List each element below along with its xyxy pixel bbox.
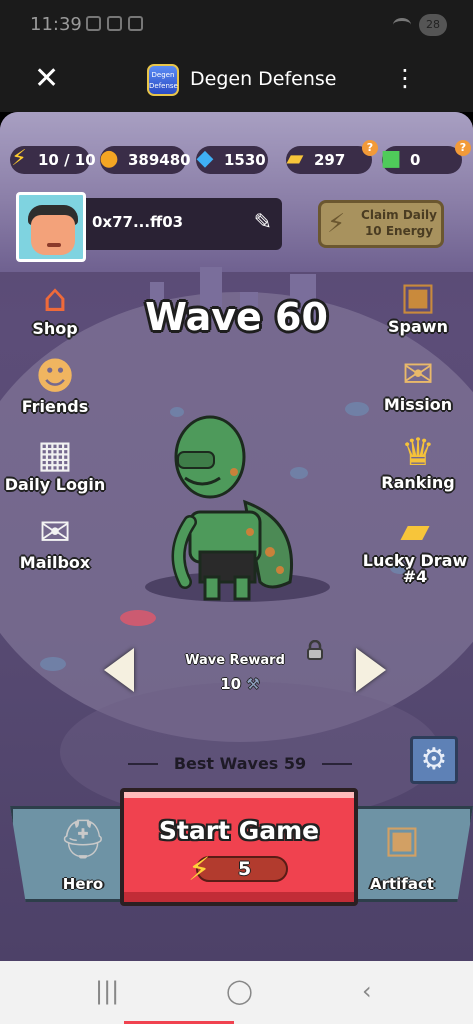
ticket-icon: ▰	[286, 146, 304, 171]
home-icon[interactable]: ◯	[226, 979, 253, 1003]
app-bar: ✕ Degen Defense Degen Defense ⋮	[0, 52, 473, 112]
diamond-counter: ◆ 1530	[196, 146, 268, 174]
status-bar: 11:39 28	[0, 0, 473, 52]
app-title: Degen Defense	[190, 68, 337, 90]
app-logo-text: Degen Defense	[149, 71, 178, 90]
best-waves: Best Waves 59	[120, 753, 360, 775]
previous-wave-arrow[interactable]	[104, 648, 134, 692]
claim-line2: 10 Energy	[364, 224, 434, 238]
claim-line1: Claim Daily	[361, 208, 437, 222]
settings-gear-icon[interactable]: ⚙	[410, 736, 458, 784]
energy-counter: ⚡ 10 / 10	[10, 146, 96, 174]
avatar[interactable]	[16, 192, 86, 262]
daily-login-button[interactable]: ▦ Daily Login	[0, 430, 110, 494]
system-nav-bar: ||| ◯ ‹	[0, 961, 473, 1024]
diamond-icon: ◆	[196, 146, 214, 171]
chest-icon: ▣	[400, 274, 436, 318]
wave-title: Wave 60	[145, 295, 328, 339]
mission-icon: ✉	[402, 352, 434, 396]
lucky-draw-button[interactable]: ▰ Lucky Draw #4	[360, 506, 470, 586]
energy-cost: ⚡ 5	[188, 850, 288, 888]
battery-icon: 28	[419, 14, 447, 36]
message-icon	[128, 16, 143, 31]
zombie-enemy	[171, 415, 293, 601]
gem-counter[interactable]: ■ 0	[381, 146, 462, 174]
edit-pencil-icon[interactable]: ✎	[254, 210, 272, 235]
app-logo: Degen Defense	[147, 64, 179, 96]
wave-reward-value: 10 ⚒	[220, 675, 260, 693]
lock-icon	[307, 640, 323, 660]
start-game-button[interactable]: Start Game ⚡ 5	[120, 788, 358, 906]
green-gem-icon: ■	[380, 146, 402, 171]
gold-counter: ● 389480	[99, 146, 191, 174]
ticket-icon: ▰	[400, 508, 430, 552]
hammer-icon: ⚒	[246, 675, 260, 693]
wifi-icon	[393, 18, 411, 32]
crown-coin-icon: ●	[99, 146, 119, 171]
close-icon[interactable]: ✕	[34, 64, 59, 94]
friends-icon: ☻	[35, 354, 75, 398]
ranking-icon: ♛	[400, 430, 436, 474]
more-vert-icon[interactable]: ⋮	[393, 66, 417, 90]
box-icon: ▣	[384, 817, 420, 861]
claim-daily-energy-button[interactable]: ⚡ Claim Daily 10 Energy	[318, 200, 444, 248]
shop-icon: ⌂	[42, 276, 68, 320]
back-icon[interactable]: ‹	[362, 979, 372, 1003]
rock-decoration	[40, 657, 66, 671]
notification-icons	[86, 16, 143, 31]
wallet-address: 0x77...ff03	[92, 213, 184, 231]
status-time: 11:39	[30, 14, 82, 35]
lightning-icon: ⚡	[327, 209, 346, 239]
status-right: 28	[393, 14, 447, 36]
spawn-button[interactable]: ▣ Spawn	[363, 272, 473, 336]
lightning-icon: ⚡	[11, 146, 27, 171]
wave-reward-label: Wave Reward	[185, 653, 285, 668]
start-game-label: Start Game	[158, 816, 320, 845]
recent-apps-icon[interactable]: |||	[95, 979, 119, 1003]
mail-icon: ✉	[39, 510, 71, 554]
game-canvas: ⚡ 10 / 10 ● 389480 ◆ 1530 ▰ 297 ? ■ 0 ? …	[0, 112, 473, 961]
friends-button[interactable]: ☻ Friends	[0, 352, 110, 416]
calendar-icon: ▦	[37, 432, 73, 476]
shop-button[interactable]: ⌂ Shop	[0, 274, 110, 338]
bottom-action-bar: ⛑ Hero ▣ Artifact Start Game ⚡ 5	[0, 788, 473, 912]
mailbox-button[interactable]: ✉ Mailbox	[0, 508, 110, 572]
screen: { "status_bar": { "time": "11:39", "batt…	[0, 0, 473, 1024]
player-profile[interactable]: 0x77...ff03 ✎	[16, 192, 282, 262]
ranking-button[interactable]: ♛ Ranking	[363, 428, 473, 492]
app-notification-icon	[107, 16, 122, 31]
gem-help-badge[interactable]: ?	[455, 140, 471, 156]
next-wave-arrow[interactable]	[356, 648, 386, 692]
lightning-icon: ⚡	[188, 850, 211, 888]
artifact-button[interactable]: ▣ Artifact	[343, 806, 473, 902]
player-name-box: 0x77...ff03 ✎	[86, 198, 282, 250]
linkedin-icon	[86, 16, 101, 31]
rock-decoration	[120, 610, 156, 626]
best-waves-text: Best Waves 59	[173, 754, 307, 773]
mission-button[interactable]: ✉ Mission	[363, 350, 473, 414]
ticket-counter[interactable]: ▰ 297	[286, 146, 372, 174]
